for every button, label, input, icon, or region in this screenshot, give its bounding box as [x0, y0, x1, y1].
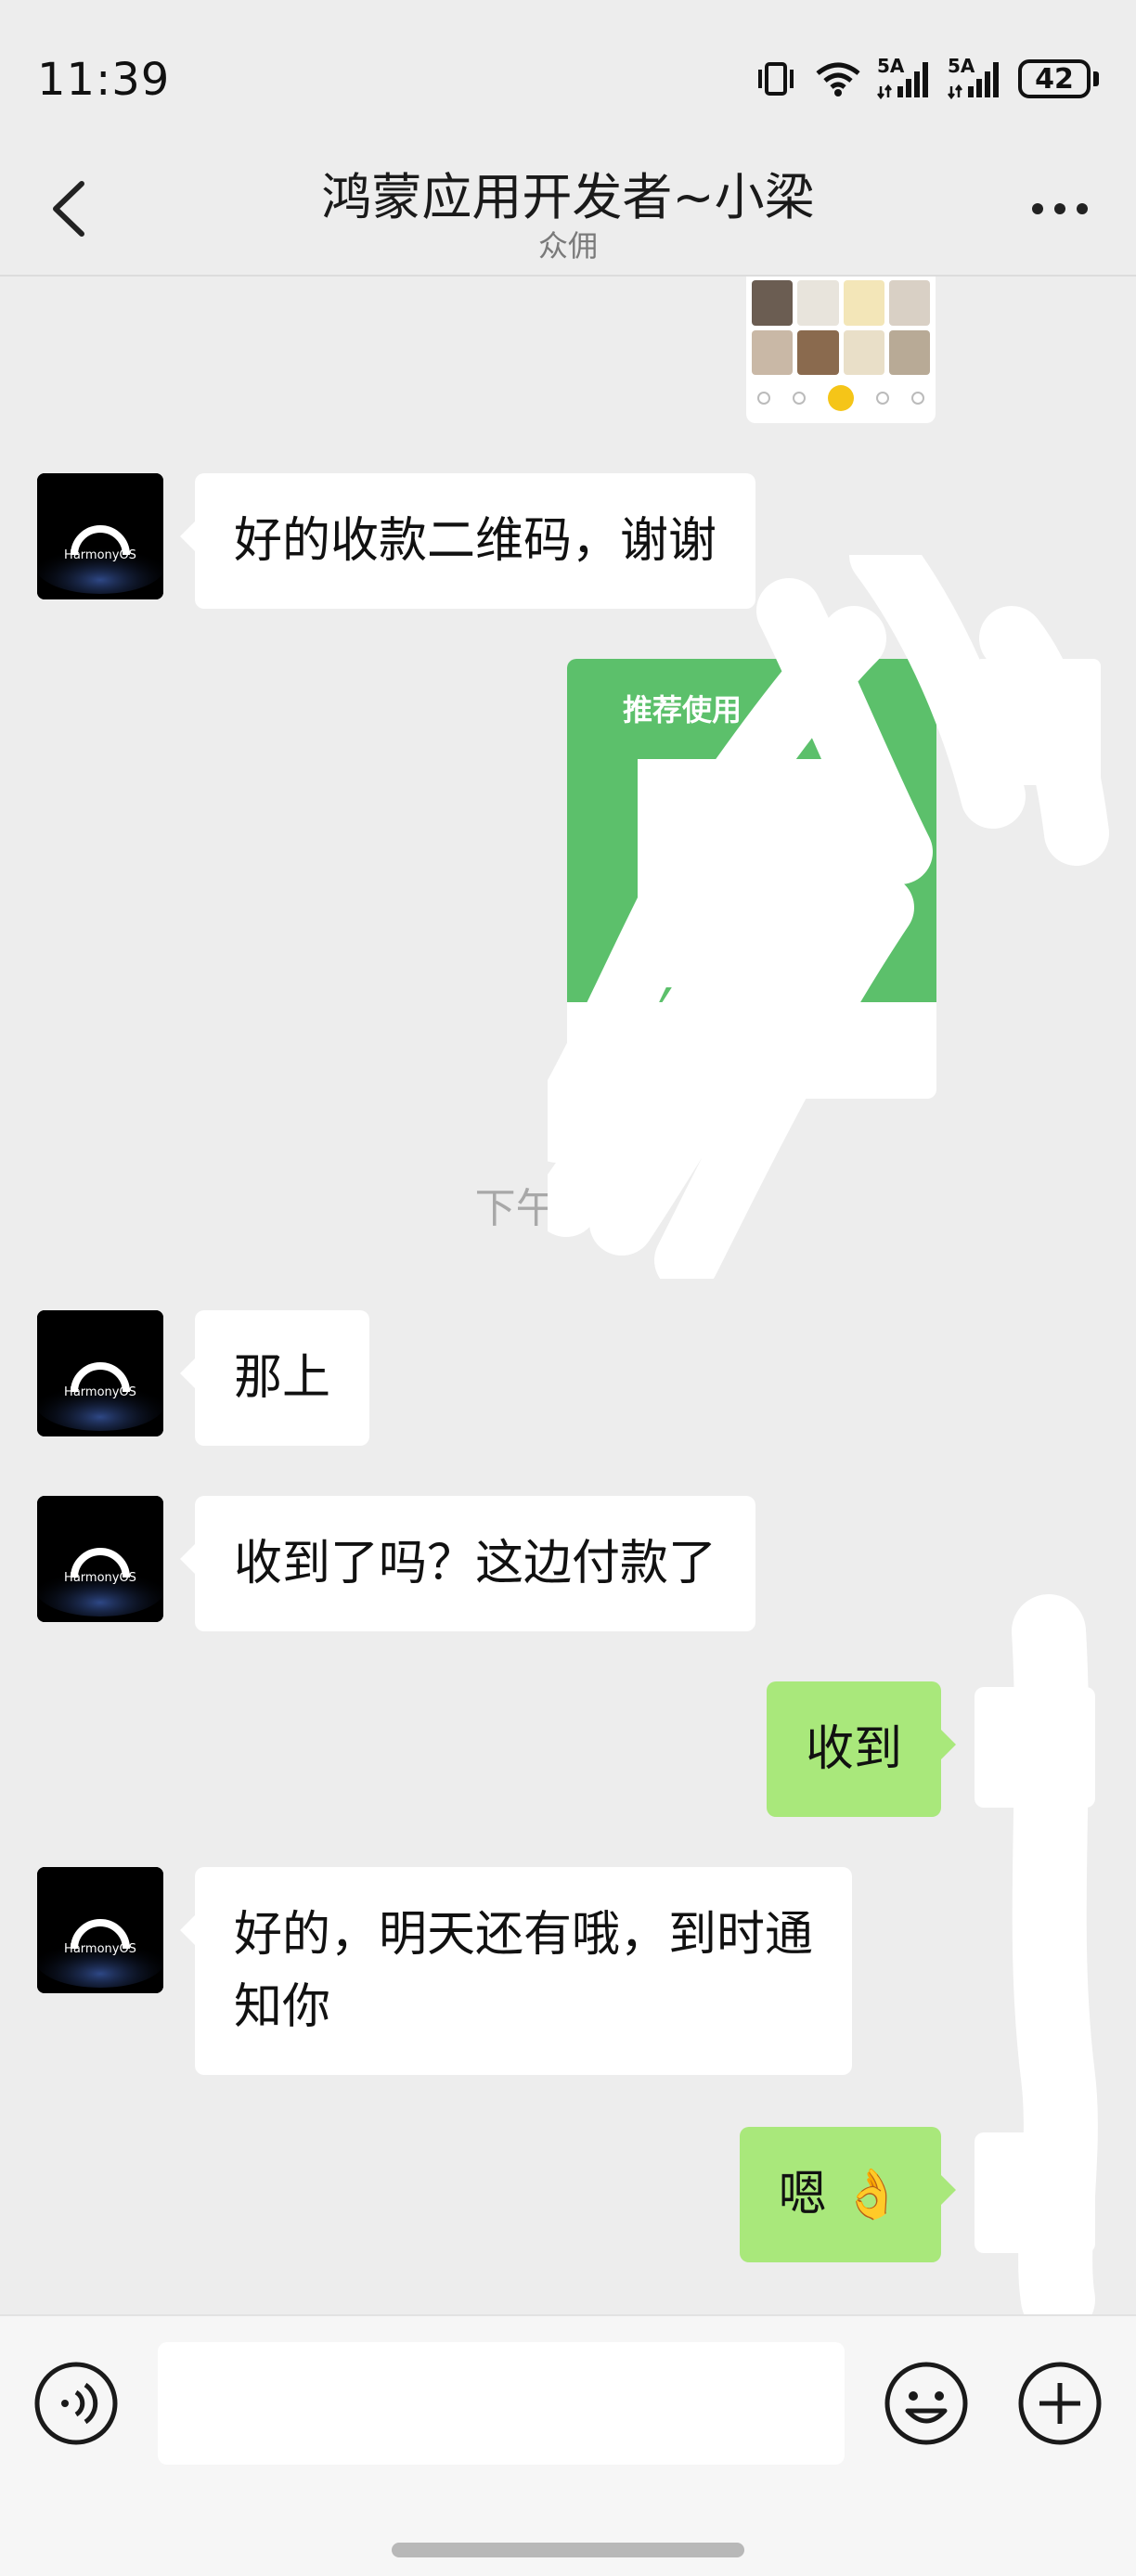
chat-screen: 11:39 5A 5A 42 鸿蒙应用开发者~小梁 众佣 HarmonyOS 好…: [0, 0, 1136, 2576]
more-dots-icon[interactable]: [1030, 195, 1090, 223]
chat-title: 鸿蒙应用开发者~小梁: [321, 168, 815, 226]
avatar[interactable]: HarmonyOS: [37, 1867, 163, 1993]
chat-subtitle: 众佣: [537, 228, 598, 264]
message-bubble[interactable]: 那上: [179, 1310, 370, 1446]
avatar-text: HarmonyOS: [64, 548, 136, 562]
image-message[interactable]: [746, 277, 936, 423]
signal-icon: 5A: [948, 55, 1003, 99]
message-bubble[interactable]: 收到了吗？这边付款了: [179, 1496, 756, 1631]
message-bubble[interactable]: 收到: [766, 1681, 957, 1817]
qr-code-card[interactable]: 推荐使用: [567, 659, 936, 1099]
avatar[interactable]: HarmonyOS: [37, 473, 163, 599]
message-bubble[interactable]: 好的收款二维码，谢谢: [179, 473, 756, 609]
avatar-text: HarmonyOS: [64, 1571, 136, 1585]
status-icons: 5A 5A 42: [753, 55, 1099, 102]
message-input[interactable]: [158, 2342, 845, 2465]
message-line: 知你: [234, 1979, 331, 2035]
avatar[interactable]: HarmonyOS: [37, 1310, 163, 1436]
signal-icon: 5A: [877, 55, 933, 99]
message-line: 好的，明天还有哦，到时通: [234, 1907, 814, 1963]
plus-icon[interactable]: [1017, 2361, 1103, 2446]
input-bar: [0, 2314, 1136, 2576]
voice-icon[interactable]: [33, 2361, 119, 2446]
chat-header: 鸿蒙应用开发者~小梁 众佣: [0, 139, 1136, 277]
qr-card-text: 推荐使用: [623, 692, 742, 728]
my-avatar[interactable]: [975, 659, 1101, 785]
vibrate-icon: [753, 60, 799, 97]
status-bar: 11:39 5A 5A 42: [0, 0, 1136, 139]
emoji-icon[interactable]: [884, 2361, 969, 2446]
message-bubble[interactable]: 嗯 👌: [739, 2127, 957, 2262]
avatar[interactable]: HarmonyOS: [37, 1496, 163, 1622]
qr-code-image: [638, 759, 866, 987]
message-bubble[interactable]: 好的，明天还有哦，到时通 知你: [179, 1867, 853, 2075]
message-list[interactable]: HarmonyOS 好的收款二维码，谢谢 推荐使用 下午 11:3 Harmon…: [0, 277, 1136, 2314]
avatar-text: HarmonyOS: [64, 1942, 136, 1956]
battery-icon: 42: [1018, 59, 1099, 98]
battery-level: 42: [1018, 59, 1091, 98]
avatar-text: HarmonyOS: [64, 1385, 136, 1399]
status-time: 11:39: [37, 54, 171, 106]
redaction-scribble: [975, 1594, 1098, 2314]
home-indicator[interactable]: [392, 2543, 744, 2557]
wifi-icon: [814, 60, 862, 97]
timestamp: 下午 11:3: [474, 1185, 662, 1232]
